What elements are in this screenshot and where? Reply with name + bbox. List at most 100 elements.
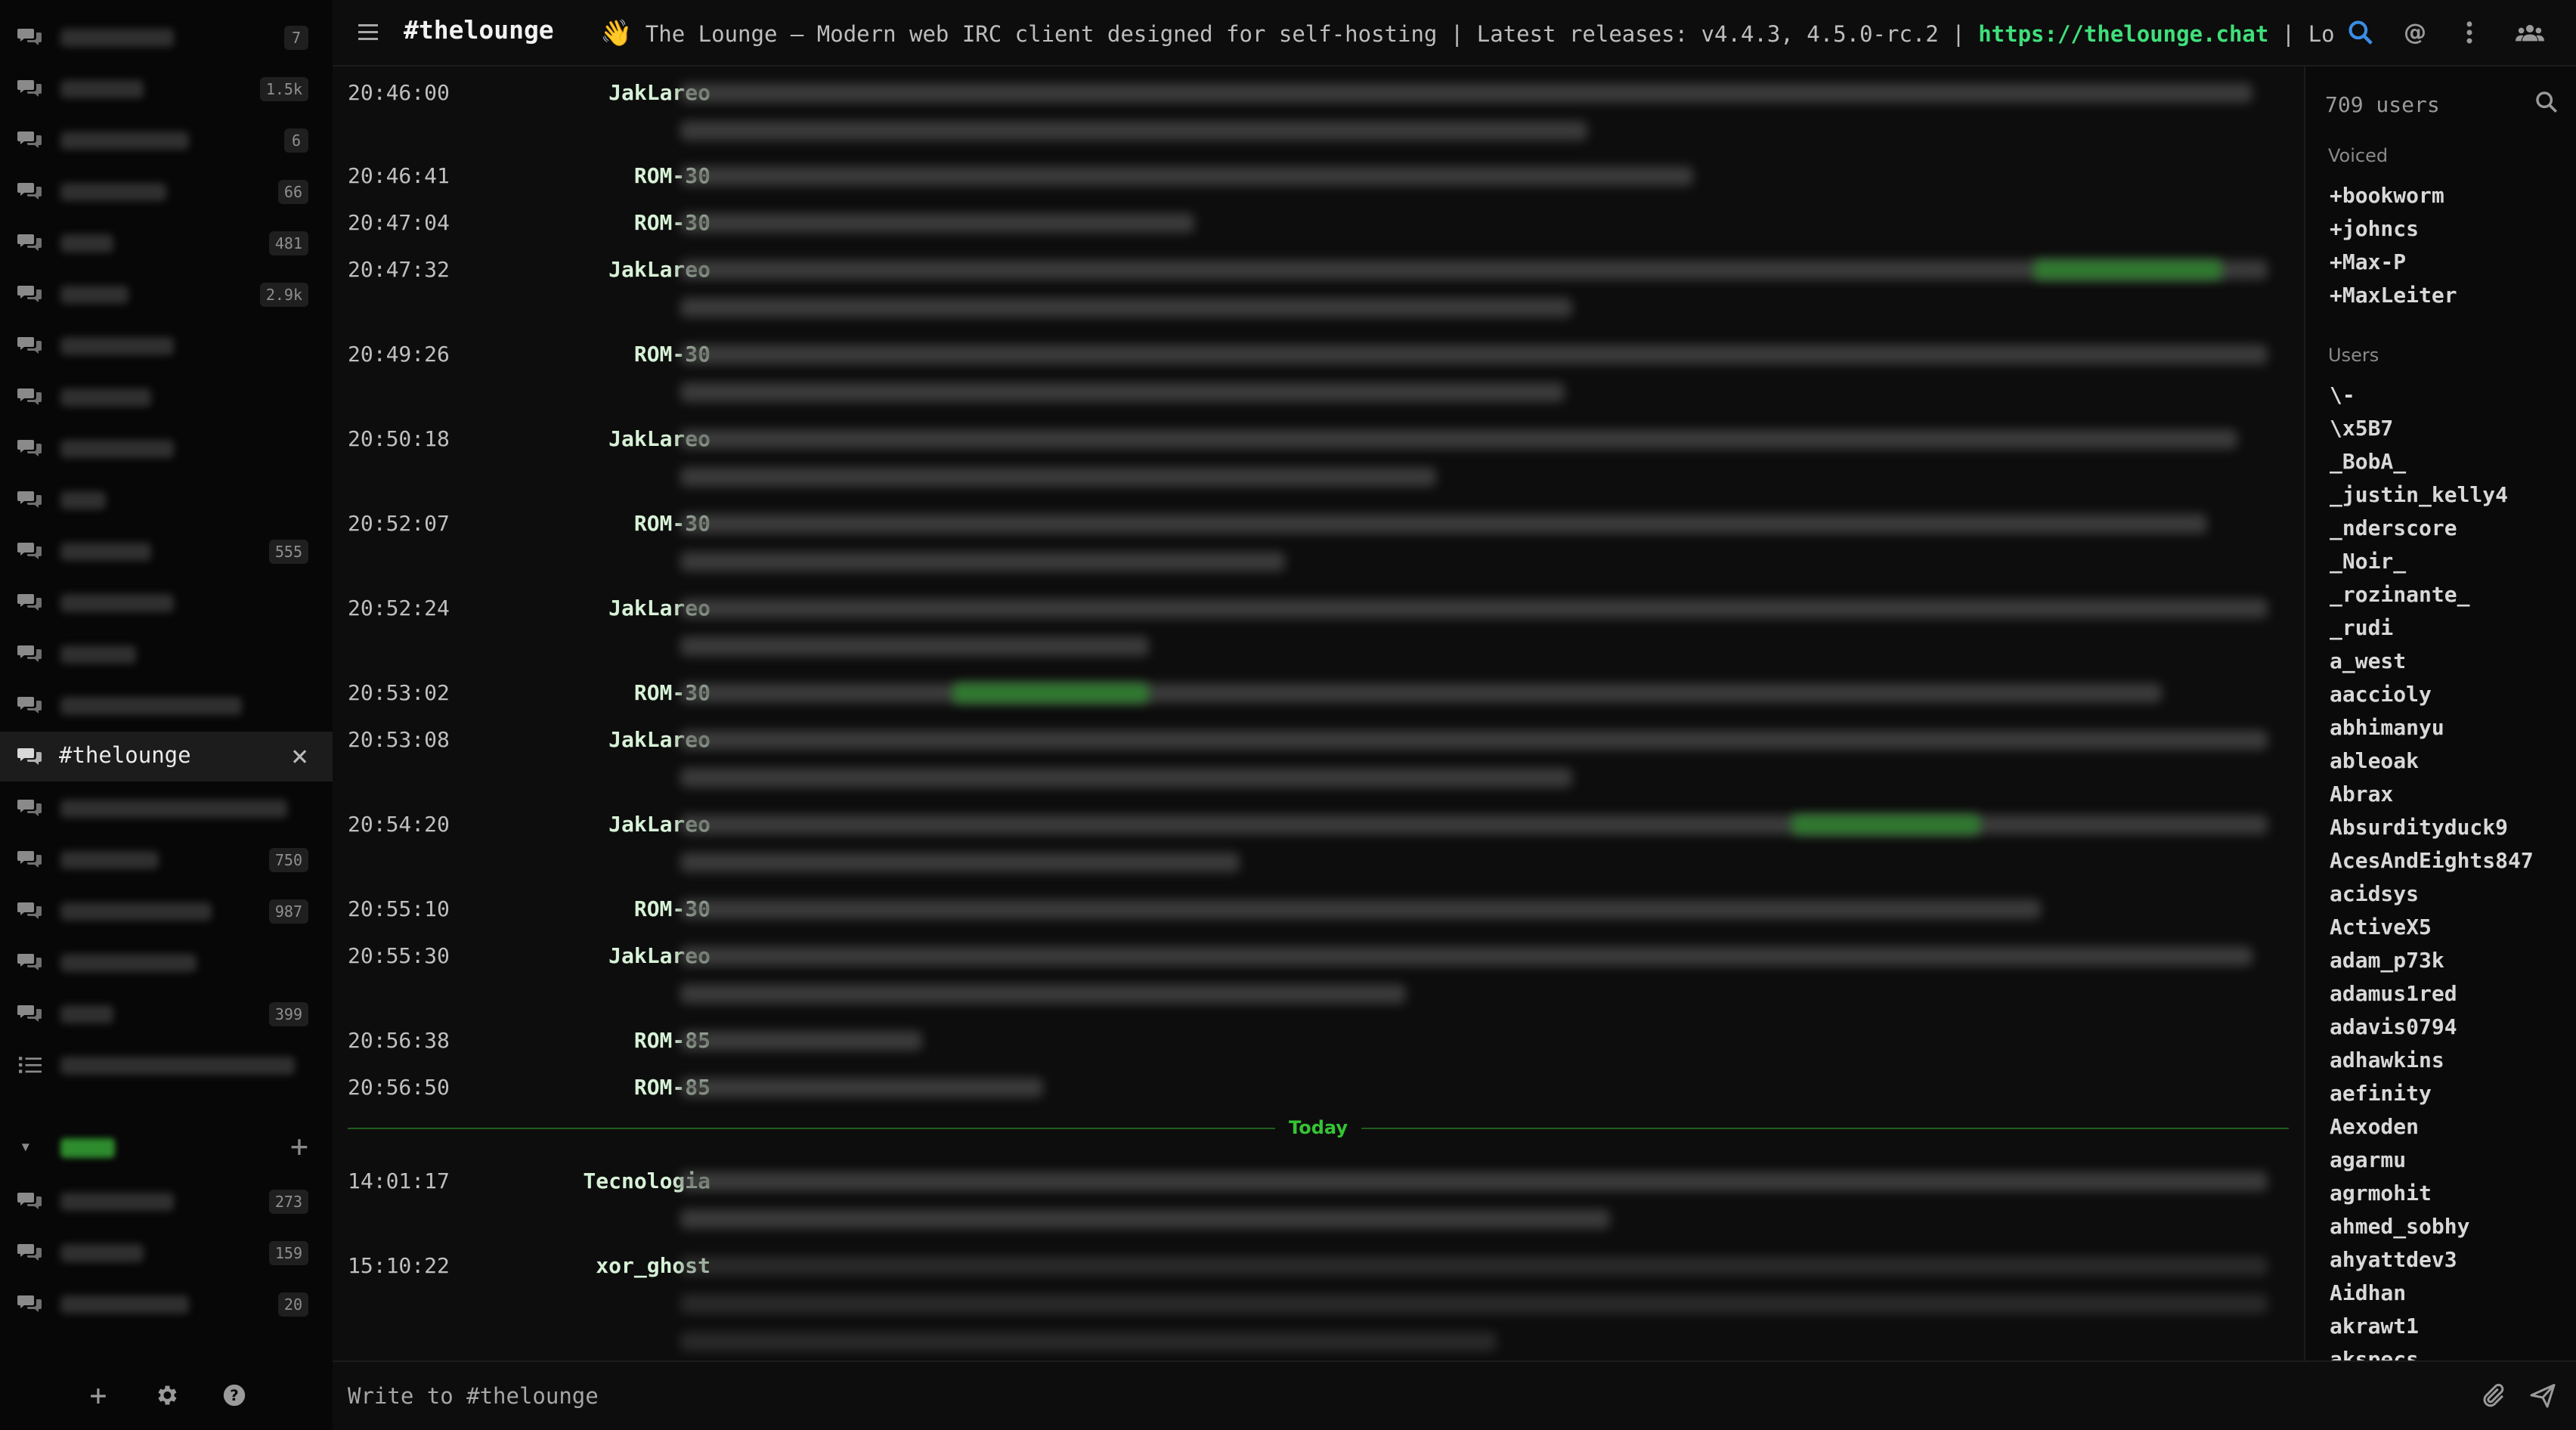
- settings-gear-icon[interactable]: [148, 1377, 184, 1413]
- message-row[interactable]: 20:47:32 JakLareo: [333, 257, 2304, 333]
- message-list[interactable]: 20:46:00 JakLareo 20:46:41 ROM-30 20:47:04 RO…: [333, 67, 2304, 1360]
- channel-item[interactable]: 6: [0, 115, 333, 165]
- user-entry[interactable]: akrawt1: [2330, 1314, 2419, 1339]
- user-entry[interactable]: _justin_kelly4: [2330, 482, 2508, 507]
- channel-item[interactable]: [0, 320, 333, 370]
- more-options-icon[interactable]: [2455, 18, 2484, 47]
- user-search-icon[interactable]: [2534, 89, 2559, 115]
- message-row[interactable]: 20:52:07 ROM-30: [333, 511, 2304, 587]
- user-entry[interactable]: aefinity: [2330, 1081, 2432, 1106]
- message-row[interactable]: 15:10:22 xor_ghost: [333, 1253, 2304, 1360]
- user-entry[interactable]: a_west: [2330, 648, 2406, 673]
- user-entry[interactable]: AcesAndEights847: [2330, 848, 2534, 873]
- voiced-user[interactable]: +bookworm: [2330, 183, 2444, 208]
- user-entry[interactable]: Abrax: [2330, 782, 2393, 806]
- channel-item[interactable]: 273: [0, 1176, 333, 1226]
- channel-item[interactable]: 555: [0, 526, 333, 576]
- channel-item[interactable]: 1.5k: [0, 63, 333, 113]
- send-paper-plane-icon[interactable]: [2529, 1382, 2556, 1409]
- user-entry[interactable]: _BobA_: [2330, 449, 2406, 474]
- close-channel-icon[interactable]: ×: [291, 741, 308, 771]
- channel-item[interactable]: 2.9k: [0, 269, 333, 319]
- voiced-user[interactable]: +Max-P: [2330, 249, 2406, 274]
- attachment-paperclip-icon[interactable]: [2479, 1382, 2506, 1409]
- message-row[interactable]: 20:46:00 JakLareo: [333, 80, 2304, 156]
- channel-item[interactable]: 159: [0, 1227, 333, 1277]
- channel-item[interactable]: [0, 937, 333, 987]
- message-row[interactable]: 20:50:18 JakLareo: [333, 426, 2304, 502]
- channel-item[interactable]: [0, 423, 333, 473]
- hamburger-menu-icon[interactable]: [355, 17, 382, 47]
- user-entry[interactable]: adam_p73k: [2330, 948, 2444, 973]
- channel-item[interactable]: 7: [0, 12, 333, 62]
- channel-item[interactable]: [0, 577, 333, 627]
- channel-list-item[interactable]: [0, 1040, 333, 1090]
- chevron-down-icon[interactable]: ▾: [20, 1135, 32, 1158]
- message-row[interactable]: 20:53:02 ROM-30: [333, 680, 2304, 718]
- message-row[interactable]: 20:55:30 JakLareo: [333, 943, 2304, 1019]
- user-entry[interactable]: acidsys: [2330, 881, 2419, 906]
- network-header[interactable]: ▾ +: [0, 1125, 333, 1170]
- voiced-user[interactable]: +MaxLeiter: [2330, 283, 2457, 308]
- channel-item[interactable]: [0, 629, 333, 679]
- message-text-redacted: [680, 382, 1565, 402]
- user-entry[interactable]: _Noir_: [2330, 549, 2406, 574]
- message-row[interactable]: 20:54:20 JakLareo: [333, 812, 2304, 887]
- user-entry[interactable]: adamus1red: [2330, 981, 2457, 1006]
- sidebar-footer: + ?: [0, 1368, 333, 1421]
- user-entry[interactable]: ableoak: [2330, 748, 2419, 773]
- user-entry[interactable]: _rudi: [2330, 615, 2393, 640]
- user-entry[interactable]: \x5B7: [2330, 416, 2393, 441]
- active-channel-label: #thelounge: [59, 742, 191, 768]
- message-row[interactable]: 20:52:24 JakLareo: [333, 596, 2304, 671]
- message-row[interactable]: 20:56:38 ROM-85: [333, 1028, 2304, 1066]
- topic-link[interactable]: https://thelounge.chat: [1978, 21, 2268, 47]
- channel-item[interactable]: [0, 680, 333, 730]
- user-entry[interactable]: agarmu: [2330, 1147, 2406, 1172]
- users-toggle-icon[interactable]: [2516, 18, 2544, 47]
- connect-network-plus-icon[interactable]: +: [80, 1377, 116, 1413]
- mentions-at-icon[interactable]: @: [2401, 18, 2429, 47]
- chat-bubbles-icon: [17, 540, 44, 562]
- message-row[interactable]: 20:49:26 ROM-30: [333, 342, 2304, 417]
- user-entry[interactable]: adavis0794: [2330, 1014, 2457, 1039]
- channel-topic[interactable]: 👋 The Lounge — Modern web IRC client des…: [600, 18, 2336, 51]
- channel-item[interactable]: 987: [0, 886, 333, 936]
- message-row[interactable]: 20:46:41 ROM-30: [333, 163, 2304, 201]
- channel-item[interactable]: 20: [0, 1279, 333, 1329]
- user-entry[interactable]: _rozinante_: [2330, 582, 2469, 607]
- user-entry[interactable]: aaccioly: [2330, 682, 2432, 707]
- user-entry[interactable]: agrmohit: [2330, 1181, 2432, 1206]
- user-entry[interactable]: _nderscore: [2330, 515, 2457, 540]
- channel-item[interactable]: [0, 783, 333, 833]
- user-entry[interactable]: Aexoden: [2330, 1114, 2419, 1139]
- message-row[interactable]: 20:47:04 ROM-30: [333, 210, 2304, 248]
- channel-item[interactable]: 66: [0, 166, 333, 216]
- channel-list-icon: [17, 1054, 44, 1076]
- channel-item-thelounge[interactable]: #thelounge ×: [0, 732, 333, 782]
- channel-item[interactable]: 399: [0, 989, 333, 1038]
- user-entry[interactable]: akspecs: [2330, 1347, 2419, 1360]
- user-entry[interactable]: \-: [2330, 382, 2355, 407]
- channel-item[interactable]: [0, 372, 333, 422]
- chat-bubbles-icon: [17, 488, 44, 511]
- search-icon[interactable]: [2346, 18, 2375, 47]
- user-entry[interactable]: ahyattdev3: [2330, 1247, 2457, 1272]
- user-entry[interactable]: adhawkins: [2330, 1048, 2444, 1072]
- user-entry[interactable]: Aidhan: [2330, 1280, 2406, 1305]
- message-row[interactable]: 20:56:50 ROM-85: [333, 1075, 2304, 1113]
- join-channel-plus-icon[interactable]: +: [290, 1129, 308, 1164]
- message-input[interactable]: [346, 1374, 2466, 1418]
- help-question-icon[interactable]: ?: [216, 1377, 252, 1413]
- channel-item[interactable]: [0, 475, 333, 525]
- user-entry[interactable]: ActiveX5: [2330, 915, 2432, 939]
- channel-item[interactable]: 481: [0, 218, 333, 268]
- message-row[interactable]: 14:01:17 Tecnologia: [333, 1168, 2304, 1244]
- user-entry[interactable]: abhimanyu: [2330, 715, 2444, 740]
- user-entry[interactable]: ahmed_sobhy: [2330, 1214, 2469, 1239]
- voiced-user[interactable]: +johncs: [2330, 216, 2419, 241]
- message-row[interactable]: 20:55:10 ROM-30: [333, 896, 2304, 934]
- channel-item[interactable]: 750: [0, 834, 333, 884]
- user-entry[interactable]: Absurdityduck9: [2330, 815, 2508, 840]
- message-row[interactable]: 20:53:08 JakLareo: [333, 727, 2304, 803]
